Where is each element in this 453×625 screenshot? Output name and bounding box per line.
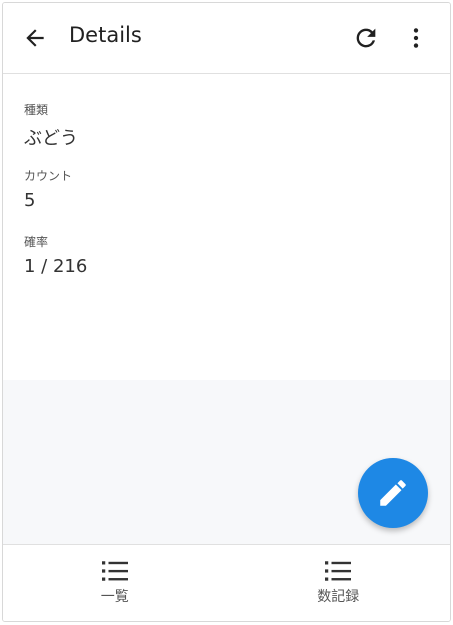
more-vertical-icon [413, 28, 419, 48]
nav-item-list[interactable]: 一覧 [3, 545, 227, 621]
bottom-navigation: 一覧 数記録 [3, 544, 450, 621]
edit-icon [380, 480, 406, 506]
probability-label: 確率 [24, 235, 49, 249]
app-frame: Details 種類 ぶどう カウント 5 確率 1 / 216 一覧 数記録 [2, 2, 451, 622]
refresh-icon [356, 28, 376, 48]
type-label: 種類 [24, 103, 49, 117]
more-options-button[interactable] [396, 18, 436, 58]
probability-field: 確率 1 / 216 [24, 233, 87, 277]
type-field: 種類 ぶどう [24, 101, 78, 150]
back-button[interactable] [15, 18, 55, 58]
nav-item-count-record-label: 数記録 [317, 589, 360, 605]
nav-item-count-record[interactable]: 数記録 [227, 545, 451, 621]
details-panel: 種類 ぶどう カウント 5 確率 1 / 216 [3, 74, 450, 380]
type-value: ぶどう [24, 128, 78, 149]
arrow-left-icon [26, 29, 44, 47]
page-title: Details [69, 23, 142, 47]
list-icon [101, 561, 128, 581]
count-label: カウント [24, 169, 73, 183]
count-field: カウント 5 [24, 167, 72, 211]
count-value: 5 [24, 190, 36, 211]
app-bar: Details [3, 3, 450, 74]
refresh-button[interactable] [346, 18, 386, 58]
probability-value: 1 / 216 [24, 256, 88, 277]
edit-fab-button[interactable] [358, 458, 428, 528]
list-icon [325, 561, 352, 581]
nav-item-list-label: 一覧 [100, 589, 129, 605]
